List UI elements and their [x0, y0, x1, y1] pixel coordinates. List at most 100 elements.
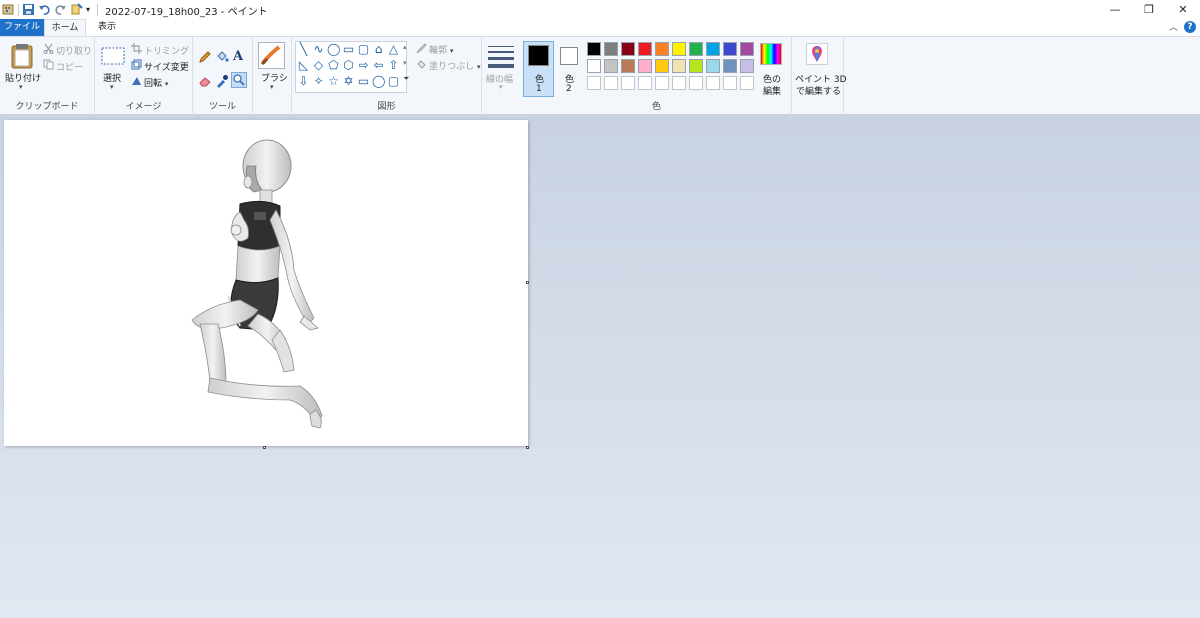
- shape-option[interactable]: ▢: [357, 43, 370, 56]
- minimize-button[interactable]: —: [1098, 0, 1132, 19]
- text-tool-icon[interactable]: A: [233, 49, 243, 64]
- palette-swatch[interactable]: [740, 59, 754, 73]
- shape-option[interactable]: ⇩: [297, 75, 310, 88]
- palette-swatch[interactable]: [604, 42, 618, 56]
- palette-swatch[interactable]: [706, 42, 720, 56]
- paint3d-icon[interactable]: [806, 43, 828, 65]
- undo-icon[interactable]: [38, 3, 51, 16]
- fill-bucket-icon[interactable]: [215, 50, 229, 67]
- paste-icon[interactable]: [10, 43, 34, 72]
- magnifier-icon[interactable]: [231, 72, 247, 88]
- save-icon[interactable]: [22, 3, 35, 16]
- palette-swatch[interactable]: [621, 59, 635, 73]
- drawing-canvas[interactable]: [4, 120, 528, 446]
- shape-option[interactable]: ◯: [327, 43, 340, 56]
- color-picker-icon[interactable]: [215, 74, 229, 91]
- copy-button[interactable]: コピー: [56, 60, 83, 73]
- shape-option[interactable]: ☆: [327, 75, 340, 88]
- shape-option[interactable]: ⇨: [357, 59, 370, 72]
- shape-option[interactable]: ╲: [297, 43, 310, 56]
- eraser-icon[interactable]: [198, 74, 212, 91]
- palette-swatch[interactable]: [706, 76, 720, 90]
- palette-swatch[interactable]: [621, 76, 635, 90]
- select-dropdown-icon[interactable]: ▾: [110, 83, 114, 91]
- paint3d-label-2[interactable]: で編集する: [796, 84, 841, 97]
- palette-swatch[interactable]: [706, 59, 720, 73]
- pencil-icon[interactable]: [198, 50, 212, 67]
- edit-colors-icon[interactable]: [760, 43, 782, 65]
- palette-swatch[interactable]: [723, 42, 737, 56]
- color2-swatch[interactable]: [560, 47, 578, 65]
- brush-icon[interactable]: [258, 42, 285, 69]
- redo-icon[interactable]: [54, 3, 67, 16]
- resize-handle-bottom[interactable]: [263, 446, 266, 449]
- palette-swatch[interactable]: [740, 76, 754, 90]
- tab-file[interactable]: ファイル: [0, 19, 44, 36]
- palette-swatch[interactable]: [638, 42, 652, 56]
- shape-option[interactable]: ⇧: [387, 59, 400, 72]
- shape-option[interactable]: ⇦: [372, 59, 385, 72]
- resize-button[interactable]: サイズ変更: [144, 60, 189, 73]
- paste-button[interactable]: 貼り付け: [5, 71, 41, 84]
- shape-option[interactable]: ▢: [387, 75, 400, 88]
- shapes-scroll-up-icon[interactable]: ▴: [403, 43, 407, 51]
- edit-colors-label-2[interactable]: 編集: [763, 84, 781, 97]
- palette-swatch[interactable]: [587, 76, 601, 90]
- palette-swatch[interactable]: [740, 42, 754, 56]
- shape-option[interactable]: ▭: [342, 43, 355, 56]
- shape-option[interactable]: ✧: [312, 75, 325, 88]
- palette-swatch[interactable]: [672, 59, 686, 73]
- rotate-button[interactable]: 回転 ▾: [144, 76, 168, 89]
- shape-option[interactable]: ⌂: [372, 43, 385, 56]
- shapes-scroll-down-icon[interactable]: ▾: [403, 59, 407, 67]
- palette-swatch[interactable]: [689, 42, 703, 56]
- palette-swatch[interactable]: [689, 76, 703, 90]
- tab-home[interactable]: ホーム: [44, 19, 86, 36]
- line-width-icon[interactable]: [488, 45, 514, 72]
- select-icon[interactable]: [101, 47, 125, 68]
- palette-swatch[interactable]: [689, 59, 703, 73]
- brushes-dropdown-icon[interactable]: ▾: [270, 83, 274, 91]
- collapse-ribbon-icon[interactable]: ︿: [1169, 20, 1178, 33]
- palette-swatch[interactable]: [621, 42, 635, 56]
- palette-swatch[interactable]: [604, 59, 618, 73]
- palette-swatch[interactable]: [604, 76, 618, 90]
- shape-option[interactable]: ◺: [297, 59, 310, 72]
- tab-view[interactable]: 表示: [88, 19, 126, 36]
- restore-button[interactable]: ❐: [1132, 0, 1166, 19]
- resize-icon[interactable]: [131, 59, 142, 73]
- palette-swatch[interactable]: [672, 42, 686, 56]
- shape-option[interactable]: ▭: [357, 75, 370, 88]
- shape-option[interactable]: ✡: [342, 75, 355, 88]
- shape-option[interactable]: ◇: [312, 59, 325, 72]
- palette-swatch[interactable]: [587, 42, 601, 56]
- shapes-more-icon[interactable]: ⏷: [403, 75, 409, 83]
- canvas-workspace[interactable]: [0, 115, 1200, 618]
- resize-handle-right[interactable]: [526, 281, 529, 284]
- paste-dropdown-icon[interactable]: ▾: [19, 83, 23, 91]
- fill-button[interactable]: 塗りつぶし ▾: [429, 59, 480, 72]
- palette-swatch[interactable]: [655, 59, 669, 73]
- palette-swatch[interactable]: [672, 76, 686, 90]
- palette-swatch[interactable]: [638, 76, 652, 90]
- palette-swatch[interactable]: [723, 59, 737, 73]
- outline-button[interactable]: 輪郭 ▾: [429, 43, 453, 56]
- rotate-icon[interactable]: [131, 75, 142, 89]
- shape-option[interactable]: ∿: [312, 43, 325, 56]
- qat-dropdown-icon[interactable]: ▾: [86, 3, 94, 16]
- customize-icon[interactable]: [70, 3, 83, 16]
- palette-swatch[interactable]: [723, 76, 737, 90]
- crop-button[interactable]: トリミング: [144, 44, 189, 57]
- palette-swatch[interactable]: [587, 59, 601, 73]
- close-button[interactable]: ✕: [1166, 0, 1200, 19]
- shape-option[interactable]: ◯: [372, 75, 385, 88]
- palette-swatch[interactable]: [655, 76, 669, 90]
- palette-swatch[interactable]: [638, 59, 652, 73]
- resize-handle-corner[interactable]: [526, 446, 529, 449]
- brushes-button[interactable]: ブラシ: [261, 71, 288, 84]
- shape-option[interactable]: △: [387, 43, 400, 56]
- shape-option[interactable]: ⬠: [327, 59, 340, 72]
- cut-button[interactable]: 切り取り: [56, 44, 92, 57]
- shape-option[interactable]: ⬡: [342, 59, 355, 72]
- help-icon[interactable]: ?: [1184, 20, 1196, 33]
